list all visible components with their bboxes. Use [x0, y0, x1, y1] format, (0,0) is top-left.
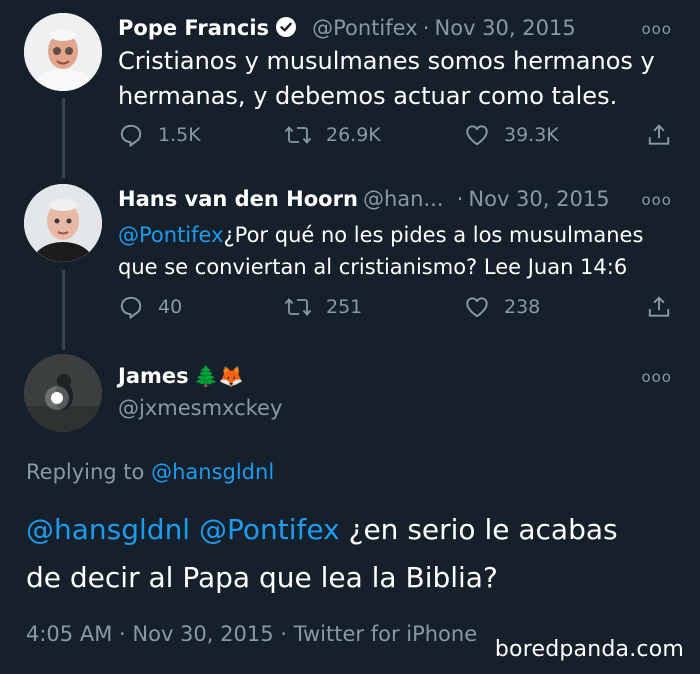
tweet-text-line: hermanas, y debemos actuar como tales. — [118, 82, 618, 110]
retweet-icon — [284, 294, 312, 320]
reply-icon — [118, 294, 144, 320]
retweet-count: 251 — [326, 296, 363, 318]
retweet-button[interactable]: 26.9K — [284, 122, 381, 148]
tweet-client[interactable]: Twitter for iPhone — [294, 622, 478, 646]
tweet-text: Cristianos y musulmanes somos hermanos y… — [118, 44, 655, 114]
user-name[interactable]: Hans van den Hoorn — [118, 187, 358, 211]
tweet-text-line: ¿en serio le acabas — [348, 513, 618, 546]
meta-separator: · — [456, 187, 464, 211]
user-handle[interactable]: @han... — [363, 187, 444, 211]
avatar[interactable] — [24, 184, 102, 262]
avatar[interactable] — [24, 354, 102, 432]
replying-to-link[interactable]: @hansgldnl — [151, 460, 274, 484]
share-button[interactable] — [646, 122, 672, 148]
tree-emoji-icon: 🌲 — [193, 364, 219, 388]
retweet-count: 26.9K — [326, 124, 381, 146]
tweet-date[interactable]: Nov 30, 2015 — [132, 622, 273, 646]
heart-icon — [464, 122, 490, 148]
tweet-actions: 1.5K 26.9K 39.3K — [118, 122, 678, 156]
more-dots-icon[interactable]: ooo — [641, 191, 672, 209]
tweet-actions: 40 251 238 — [118, 294, 678, 328]
like-count: 238 — [504, 296, 541, 318]
meta-separator: · — [422, 16, 430, 40]
share-icon — [646, 122, 672, 148]
reply-count: 1.5K — [158, 124, 201, 146]
tweet-text: @Pontifex¿Por qué no les pides a los mus… — [118, 219, 643, 283]
meta-separator: · — [119, 622, 126, 646]
reply-button[interactable]: 40 — [118, 294, 182, 320]
mention-link[interactable]: @Pontifex — [118, 223, 224, 247]
more-dots-icon[interactable]: ooo — [641, 368, 672, 386]
more-dots-icon[interactable]: ooo — [641, 20, 672, 38]
like-button[interactable]: 39.3K — [464, 122, 559, 148]
thread-line — [62, 98, 65, 178]
retweet-button[interactable]: 251 — [284, 294, 362, 320]
tweet-date[interactable]: Nov 30, 2015 — [468, 187, 609, 211]
tweet-meta: 4:05 AM · Nov 30, 2015 · Twitter for iPh… — [26, 622, 477, 646]
like-button[interactable]: 238 — [464, 294, 540, 320]
retweet-icon — [284, 122, 312, 148]
tweet-text-line: que se conviertan al cristianismo? Lee J… — [118, 255, 628, 279]
replying-to: Replying to @hansgldnl — [26, 460, 274, 484]
main-tweet-text: @hansgldnl @Pontifex ¿en serio le acabas… — [26, 506, 618, 602]
reply-icon — [118, 122, 144, 148]
user-name[interactable]: James — [118, 364, 189, 388]
meta-separator: · — [280, 622, 287, 646]
user-handle[interactable]: @jxmesmxckey — [118, 396, 282, 420]
mention-link[interactable]: @hansgldnl — [26, 513, 190, 546]
avatar[interactable] — [24, 13, 102, 91]
thread-line — [62, 270, 65, 350]
reply-count: 40 — [158, 296, 183, 318]
share-icon — [646, 294, 672, 320]
reply-button[interactable]: 1.5K — [118, 122, 201, 148]
share-button[interactable] — [646, 294, 672, 320]
user-handle[interactable]: @Pontifex — [312, 16, 418, 40]
fox-emoji-icon: 🦊 — [218, 364, 244, 388]
verified-badge-icon — [275, 16, 297, 42]
tweet-text-line: de decir al Papa que lea la Biblia? — [26, 561, 498, 594]
tweet-text-line: Cristianos y musulmanes somos hermanos y — [118, 47, 655, 75]
tweet-text-line: ¿Por qué no les pides a los musulmanes — [223, 223, 644, 247]
like-count: 39.3K — [504, 124, 559, 146]
tweet-time[interactable]: 4:05 AM — [26, 622, 112, 646]
watermark: boredpanda.com — [494, 637, 684, 662]
mention-link[interactable]: @Pontifex — [199, 513, 340, 546]
heart-icon — [464, 294, 490, 320]
tweet-date[interactable]: Nov 30, 2015 — [435, 16, 576, 40]
user-name[interactable]: Pope Francis — [118, 16, 269, 40]
replying-label: Replying to — [26, 460, 145, 484]
